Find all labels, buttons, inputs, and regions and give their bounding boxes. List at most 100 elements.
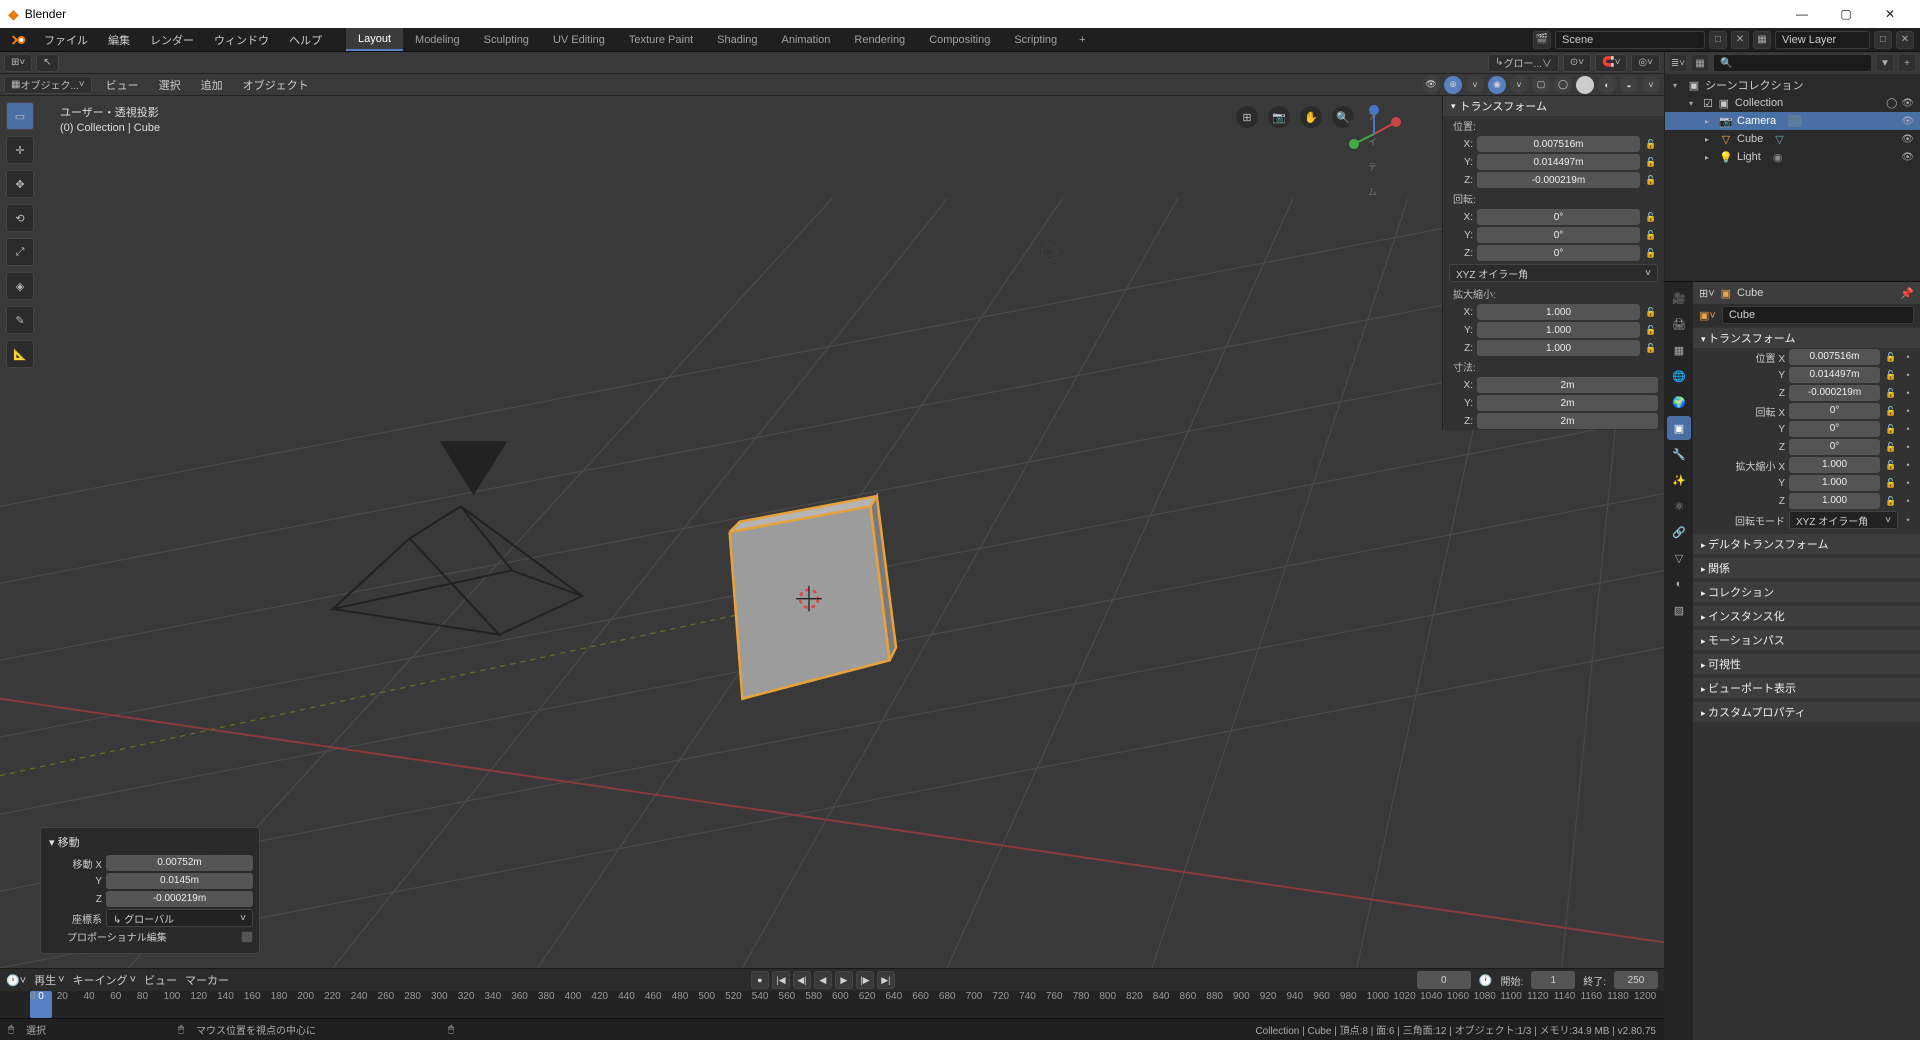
editor-type-icon[interactable]: ⊞˅ xyxy=(4,54,32,72)
ws-shading[interactable]: Shading xyxy=(705,28,769,51)
tab-object[interactable]: ▣ xyxy=(1667,416,1691,440)
exclude-icon[interactable]: ◯ xyxy=(1886,98,1897,109)
outliner-search[interactable]: 🔍 xyxy=(1713,54,1872,72)
props-transform-header[interactable]: トランスフォーム xyxy=(1693,328,1920,348)
ws-add[interactable]: + xyxy=(1069,28,1095,51)
npanel-rot-x[interactable]: 0° xyxy=(1477,209,1640,225)
scale-tool[interactable]: ⤢ xyxy=(6,238,34,266)
lock-icon[interactable]: 🔓 xyxy=(1884,406,1898,417)
anim-dot-icon[interactable]: • xyxy=(1902,442,1914,452)
menu-help[interactable]: ヘルプ xyxy=(279,28,332,51)
props-section-collection[interactable]: コレクション xyxy=(1693,582,1920,602)
op-orient-selector[interactable]: ↳ グローバル˅ xyxy=(106,909,253,927)
props-rot-z[interactable]: 0° xyxy=(1789,439,1880,455)
pivot-point-icon[interactable]: ⊙˅ xyxy=(1563,54,1591,72)
select-box-tool[interactable]: ▭ xyxy=(6,102,34,130)
lock-icon[interactable]: 🔓 xyxy=(1644,248,1658,259)
blender-icon[interactable] xyxy=(6,28,34,51)
gizmo-options-icon[interactable]: ˅ xyxy=(1466,76,1484,94)
lock-icon[interactable]: 🔓 xyxy=(1884,370,1898,381)
props-scale-z[interactable]: 1.000 xyxy=(1789,493,1880,509)
tab-texture[interactable]: ▨ xyxy=(1667,598,1691,622)
props-section-delta[interactable]: デルタトランスフォーム xyxy=(1693,534,1920,554)
anim-dot-icon[interactable]: • xyxy=(1902,460,1914,470)
op-prop-checkbox[interactable] xyxy=(241,931,253,943)
op-move-z[interactable]: -0.000219m xyxy=(106,891,253,907)
npanel-dim-z[interactable]: 2m xyxy=(1477,413,1658,429)
autokey-icon[interactable]: ● xyxy=(751,971,769,989)
menu-window[interactable]: ウィンドウ xyxy=(204,28,279,51)
npanel-loc-y[interactable]: 0.014497m xyxy=(1477,154,1640,170)
lock-icon[interactable]: 🔓 xyxy=(1884,442,1898,453)
props-section-viewport[interactable]: ビューポート表示 xyxy=(1693,678,1920,698)
tab-physics[interactable]: ⚛ xyxy=(1667,494,1691,518)
move-tool[interactable]: ✥ xyxy=(6,170,34,198)
lock-icon[interactable]: 🔓 xyxy=(1644,325,1658,336)
ws-texturepaint[interactable]: Texture Paint xyxy=(617,28,705,51)
shading-rendered-icon[interactable]: ◒ xyxy=(1620,76,1638,94)
play-icon[interactable]: ▶ xyxy=(835,971,853,989)
lock-icon[interactable]: 🔓 xyxy=(1644,139,1658,150)
npanel-scale-z[interactable]: 1.000 xyxy=(1477,340,1640,356)
props-section-visibility[interactable]: 可視性 xyxy=(1693,654,1920,674)
props-rot-y[interactable]: 0° xyxy=(1789,421,1880,437)
play-reverse-icon[interactable]: ◀ xyxy=(814,971,832,989)
current-frame-field[interactable]: 0 xyxy=(1417,971,1471,989)
measure-tool[interactable]: 📐 xyxy=(6,340,34,368)
maximize-button[interactable]: ▢ xyxy=(1824,0,1868,28)
layer-browse-icon[interactable]: ▦ xyxy=(1753,31,1771,49)
shading-lookdev-icon[interactable]: ◐ xyxy=(1598,76,1616,94)
lock-icon[interactable]: 🔓 xyxy=(1884,424,1898,435)
outliner-display-icon[interactable]: ▦ xyxy=(1691,54,1709,72)
anim-dot-icon[interactable]: • xyxy=(1902,424,1914,434)
jump-end-icon[interactable]: ▶| xyxy=(877,971,895,989)
tab-render[interactable]: 🎥 xyxy=(1667,286,1691,310)
lock-icon[interactable]: 🔓 xyxy=(1644,175,1658,186)
timeline-play-menu[interactable]: 再生 ˅ xyxy=(34,972,64,988)
ws-scripting[interactable]: Scripting xyxy=(1002,28,1069,51)
props-loc-z[interactable]: -0.000219m xyxy=(1789,385,1880,401)
props-loc-x[interactable]: 0.007516m xyxy=(1789,349,1880,365)
npanel-scale-x[interactable]: 1.000 xyxy=(1477,304,1640,320)
jump-start-icon[interactable]: |◀ xyxy=(772,971,790,989)
camera-view-icon[interactable]: 📷 xyxy=(1268,106,1290,128)
scene-new-button[interactable]: □ xyxy=(1709,31,1727,49)
rotation-mode-selector[interactable]: XYZ オイラー角˅ xyxy=(1449,264,1658,282)
npanel-tabs[interactable]: アイテム xyxy=(1368,104,1378,204)
view-menu[interactable]: ビュー xyxy=(100,77,145,93)
scene-delete-button[interactable]: ✕ xyxy=(1731,31,1749,49)
overlay-options-icon[interactable]: ˅ xyxy=(1510,76,1528,94)
lock-icon[interactable]: 🔓 xyxy=(1644,307,1658,318)
start-frame-field[interactable]: 1 xyxy=(1531,971,1575,989)
timeline-editor-type-icon[interactable]: 🕐˅ xyxy=(6,974,26,987)
layer-new-button[interactable]: □ xyxy=(1874,31,1892,49)
props-rotmode-selector[interactable]: XYZ オイラー角˅ xyxy=(1789,511,1898,529)
props-scale-x[interactable]: 1.000 xyxy=(1789,457,1880,473)
hide-icon[interactable]: 👁 xyxy=(1901,98,1914,109)
props-loc-y[interactable]: 0.014497m xyxy=(1789,367,1880,383)
pan-icon[interactable]: ✋ xyxy=(1300,106,1322,128)
ws-rendering[interactable]: Rendering xyxy=(842,28,917,51)
rotate-tool[interactable]: ⟲ xyxy=(6,204,34,232)
checkbox-icon[interactable]: ☑ xyxy=(1703,97,1713,110)
end-frame-field[interactable]: 250 xyxy=(1614,971,1658,989)
menu-edit[interactable]: 編集 xyxy=(98,28,140,51)
hide-icon[interactable]: 👁 xyxy=(1901,116,1914,127)
snap-toggle-icon[interactable]: 🧲˅ xyxy=(1595,54,1627,72)
tab-constraints[interactable]: 🔗 xyxy=(1667,520,1691,544)
npanel-dim-x[interactable]: 2m xyxy=(1477,377,1658,393)
tab-viewlayer[interactable]: ▦ xyxy=(1667,338,1691,362)
add-menu[interactable]: 追加 xyxy=(195,77,229,93)
props-rot-x[interactable]: 0° xyxy=(1789,403,1880,419)
object-menu[interactable]: オブジェクト xyxy=(237,77,315,93)
lock-icon[interactable]: 🔓 xyxy=(1884,460,1898,471)
lock-icon[interactable]: 🔓 xyxy=(1884,478,1898,489)
tab-scene[interactable]: 🌐 xyxy=(1667,364,1691,388)
outliner-type-icon[interactable]: ≣˅ xyxy=(1669,54,1687,72)
xray-icon[interactable]: ▢ xyxy=(1532,76,1550,94)
tab-modifiers[interactable]: 🔧 xyxy=(1667,442,1691,466)
ws-modeling[interactable]: Modeling xyxy=(403,28,472,51)
npanel-loc-z[interactable]: -0.000219m xyxy=(1477,172,1640,188)
overlay-toggle-icon[interactable]: ◉ xyxy=(1488,76,1506,94)
menu-render[interactable]: レンダー xyxy=(140,28,204,51)
